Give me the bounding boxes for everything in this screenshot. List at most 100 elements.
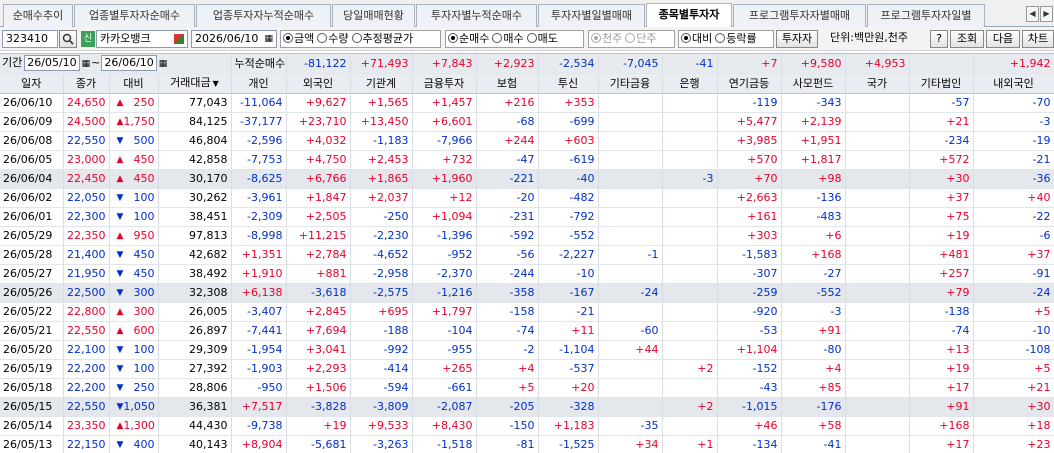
investor-value-cell: -1,583 bbox=[717, 245, 782, 265]
help-button[interactable]: ? bbox=[930, 30, 948, 48]
table-row[interactable]: 26/05/21 22,550 ▲ 600 26,897 -7,441 +7,694 -188… bbox=[0, 321, 1054, 341]
table-row[interactable]: 26/06/08 22,550 ▼ 500 46,804 -2,596 +4,032 -1,1… bbox=[0, 131, 1054, 151]
column-header[interactable]: 일자 bbox=[0, 73, 64, 94]
investor-value-cell: -150 bbox=[476, 416, 539, 436]
tab-8[interactable]: 프로그램투자자일별 bbox=[867, 4, 985, 27]
table-row[interactable]: 26/05/19 22,200 ▼ 100 27,392 -1,903 +2,293 -414… bbox=[0, 359, 1054, 379]
tab-4[interactable]: 투자자별누적순매수 bbox=[416, 4, 537, 27]
investor-value-cell bbox=[598, 169, 663, 189]
investor-value-cell bbox=[662, 302, 718, 322]
tab-1[interactable]: 업종별투자자순매수 bbox=[74, 4, 195, 27]
radio-radio_group3-1[interactable]: 단주 bbox=[625, 31, 657, 47]
investor-value-cell bbox=[662, 131, 718, 151]
column-header[interactable]: 금융투자 bbox=[412, 73, 477, 94]
table-row[interactable]: 26/05/13 22,150 ▼ 400 40,143 +8,904 -5,681 -3,2… bbox=[0, 435, 1054, 453]
investor-value-cell: -343 bbox=[781, 93, 846, 113]
investor-value-cell: -250 bbox=[350, 207, 413, 227]
column-header[interactable]: 대비 bbox=[109, 73, 159, 94]
investor-value-cell: +11 bbox=[538, 321, 599, 341]
radio-radio_group1-1[interactable]: 수량 bbox=[317, 31, 349, 47]
date-input[interactable]: 2026/06/10 ▦ bbox=[191, 30, 277, 48]
sort-dropdown-icon[interactable]: ▼ bbox=[213, 75, 219, 93]
radio-radio_group4-1[interactable]: 등락률 bbox=[715, 31, 757, 47]
column-header[interactable]: 내외국인 bbox=[973, 73, 1054, 94]
investor-value-cell: +570 bbox=[717, 150, 782, 170]
investor-value-cell: +8,904 bbox=[231, 435, 287, 453]
tab-6[interactable]: 종목별투자자 bbox=[646, 3, 732, 28]
period-from-input[interactable]: 26/05/10 bbox=[24, 55, 80, 71]
table-row[interactable]: 26/06/09 24,500 ▲ 1,750 84,125 -37,177 +23,710… bbox=[0, 112, 1054, 132]
close-price-cell: 22,500 bbox=[63, 283, 110, 303]
table-row[interactable]: 26/05/15 22,550 ▼ 1,050 36,381 +7,517 -3,828 -3… bbox=[0, 397, 1054, 417]
change-cell: ▲ 450 bbox=[109, 169, 159, 189]
radio-radio_group1-0[interactable]: 금액 bbox=[283, 31, 314, 47]
investor-value-cell: -552 bbox=[781, 283, 846, 303]
radio-radio_group2-1[interactable]: 매수 bbox=[492, 31, 524, 47]
column-header[interactable]: 은행 bbox=[662, 73, 718, 94]
tab-scroll-prev-icon[interactable]: ◀ bbox=[1026, 6, 1039, 22]
investor-value-cell: -57 bbox=[909, 93, 974, 113]
investor-button[interactable]: 투자자 bbox=[776, 30, 818, 48]
radio-radio_group2-2[interactable]: 매도 bbox=[526, 31, 558, 47]
table-row[interactable]: 26/06/05 23,000 ▲ 450 42,858 -7,753 +4,750 +2,4… bbox=[0, 150, 1054, 170]
tab-3[interactable]: 당일매매현황 bbox=[332, 4, 415, 27]
column-header[interactable]: 외국인 bbox=[286, 73, 351, 94]
column-header[interactable]: 거래대금 ▼ bbox=[158, 73, 232, 94]
date-cell: 26/06/02 bbox=[0, 188, 64, 208]
search-icon-button[interactable] bbox=[59, 30, 77, 48]
close-price-cell: 22,200 bbox=[63, 359, 110, 379]
change-cell: ▲ 1,750 bbox=[109, 112, 159, 132]
stock-code-input[interactable]: 323410 bbox=[2, 30, 58, 48]
investor-value-cell bbox=[845, 397, 910, 417]
period-to-input[interactable]: 26/06/10 bbox=[101, 55, 157, 71]
table-row[interactable]: 26/06/10 24,650 ▲ 250 77,043 -11,064 +9,627 +1,… bbox=[0, 93, 1054, 113]
radio-radio_group4-0[interactable]: 대비 bbox=[681, 31, 712, 47]
table-row[interactable]: 26/05/28 21,400 ▼ 450 42,682 +1,351 +2,784 -4,6… bbox=[0, 245, 1054, 265]
table-row[interactable]: 26/06/04 22,450 ▲ 450 30,170 -8,625 +6,766 +1,8… bbox=[0, 169, 1054, 189]
search-icon bbox=[62, 33, 74, 45]
radio-radio_group3-0[interactable]: 천주 bbox=[591, 31, 622, 47]
table-row[interactable]: 26/05/14 23,350 ▲ 1,300 44,430 -9,738 +19 +9,53… bbox=[0, 416, 1054, 436]
investor-value-cell: +244 bbox=[476, 131, 539, 151]
query-button[interactable]: 조회 bbox=[950, 30, 984, 48]
chart-button[interactable]: 차트 bbox=[1022, 30, 1054, 48]
table-row[interactable]: 26/06/02 22,050 ▼ 100 30,262 -3,961 +1,847 +2,0… bbox=[0, 188, 1054, 208]
column-header[interactable]: 기타금융 bbox=[598, 73, 663, 94]
table-row[interactable]: 26/05/26 22,500 ▼ 300 32,308 +6,138 -3,618 -2,5… bbox=[0, 283, 1054, 303]
calendar-icon[interactable]: ▦ bbox=[82, 59, 91, 69]
tab-7[interactable]: 프로그램투자자별매매 bbox=[733, 4, 866, 27]
investor-value-cell: +168 bbox=[781, 245, 846, 265]
change-value: 100 bbox=[133, 362, 155, 375]
column-header[interactable]: 사모펀드 bbox=[781, 73, 846, 94]
column-header[interactable]: 기관계 bbox=[350, 73, 413, 94]
tab-scroll-next-icon[interactable]: ▶ bbox=[1040, 6, 1053, 22]
table-row[interactable]: 26/05/27 21,950 ▼ 450 38,492 +1,910 +881 -2,958… bbox=[0, 264, 1054, 284]
investor-value-cell: -3,828 bbox=[286, 397, 351, 417]
investor-value-cell: -2,227 bbox=[538, 245, 599, 265]
trade-value-cell: 42,682 bbox=[158, 245, 232, 265]
column-header[interactable]: 종가 bbox=[63, 73, 110, 94]
radio-radio_group1-2[interactable]: 추정평균가 bbox=[351, 31, 413, 47]
next-button[interactable]: 다음 bbox=[986, 30, 1020, 48]
tab-0[interactable]: 순매수추이 bbox=[3, 4, 73, 27]
down-triangle-icon: ▼ bbox=[116, 250, 124, 260]
investor-value-cell: +11,215 bbox=[286, 226, 351, 246]
column-header[interactable]: 연기금등 bbox=[717, 73, 782, 94]
tab-2[interactable]: 업종투자자누적순매수 bbox=[196, 4, 331, 27]
table-row[interactable]: 26/05/29 22,350 ▲ 950 97,813 -8,998 +11,215 -2,… bbox=[0, 226, 1054, 246]
table-row[interactable]: 26/05/20 22,100 ▼ 100 29,309 -1,954 +3,041 -992… bbox=[0, 340, 1054, 360]
tab-5[interactable]: 투자자별일별매매 bbox=[538, 4, 645, 27]
calendar-icon[interactable]: ▦ bbox=[159, 59, 168, 69]
investor-value-cell: -2 bbox=[476, 340, 539, 360]
column-header[interactable]: 국가 bbox=[845, 73, 910, 94]
radio-radio_group2-0[interactable]: 순매수 bbox=[448, 31, 489, 47]
column-header[interactable]: 개인 bbox=[231, 73, 287, 94]
change-value: 950 bbox=[133, 229, 155, 242]
table-row[interactable]: 26/05/18 22,200 ▼ 250 28,806 -950 +1,506 -594 -6… bbox=[0, 378, 1054, 398]
calendar-icon[interactable]: ▦ bbox=[264, 31, 273, 47]
table-row[interactable]: 26/05/22 22,800 ▲ 300 26,005 -3,407 +2,845 +695… bbox=[0, 302, 1054, 322]
column-header[interactable]: 투신 bbox=[538, 73, 599, 94]
column-header[interactable]: 보험 bbox=[476, 73, 539, 94]
column-header[interactable]: 기타법인 bbox=[909, 73, 974, 94]
table-row[interactable]: 26/06/01 22,300 ▼ 100 38,451 -2,309 +2,505 -250… bbox=[0, 207, 1054, 227]
